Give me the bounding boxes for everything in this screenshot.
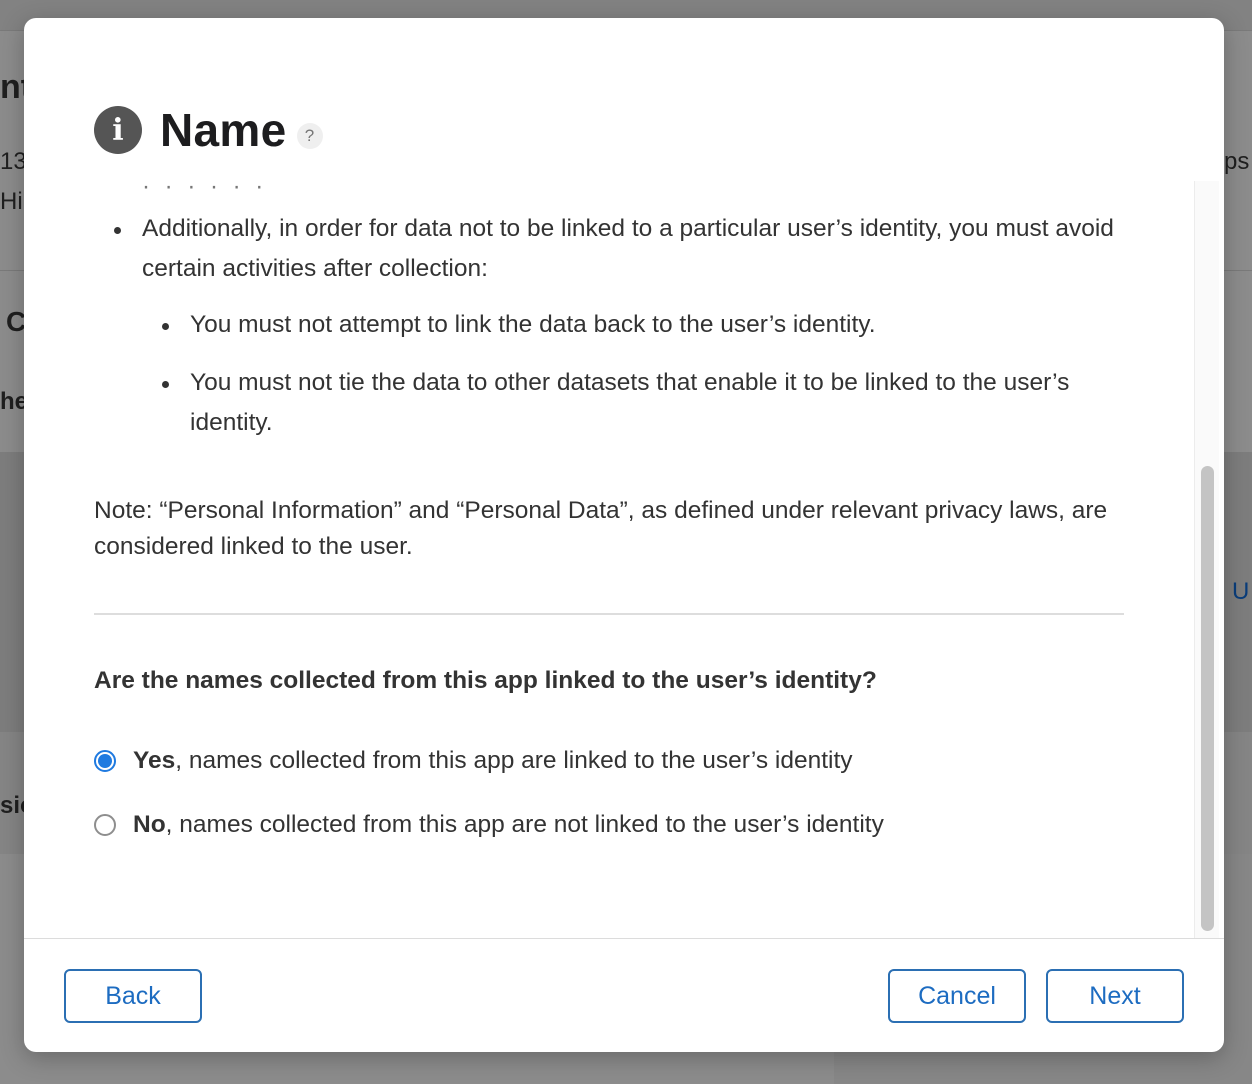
background-text-fragment: 13 [0, 148, 27, 175]
help-icon[interactable]: ? [296, 123, 323, 149]
no-radio-button[interactable] [94, 814, 116, 836]
cancel-button[interactable]: Cancel [888, 969, 1026, 1023]
yes-option-text: , names collected from this app are link… [175, 747, 853, 774]
no-option-bold: No [133, 811, 166, 838]
info-icon: i [94, 106, 142, 154]
radio-dot-icon [98, 754, 112, 768]
background-text-fragment: ps [1224, 148, 1250, 175]
list-item: Additionally, in order for data not to b… [94, 209, 1134, 443]
back-button[interactable]: Back [64, 969, 202, 1023]
bullet-list: Additionally, in order for data not to b… [94, 209, 1134, 461]
bullet-text: Additionally, in order for data not to b… [142, 215, 1114, 282]
dialog-scroll-content[interactable]: · · · · · · Additionally, in order for d… [24, 181, 1218, 938]
scrollbar-thumb[interactable] [1201, 466, 1214, 931]
note-text: Note: “Personal Information” and “Person… [94, 497, 1108, 560]
list-item: You must not attempt to link the data ba… [142, 305, 1134, 345]
dialog-header: i Name ? [94, 100, 323, 160]
cut-off-text: · · · · · · [142, 181, 268, 200]
yes-radio-button[interactable] [94, 750, 116, 772]
no-radio-option[interactable]: No , names collected from this app are n… [94, 805, 884, 845]
section-divider [94, 613, 1124, 615]
dialog-title: Name [160, 104, 287, 156]
question-label: Are the names collected from this app li… [94, 667, 877, 694]
footer-divider [24, 938, 1224, 939]
vertical-scrollbar[interactable] [1194, 181, 1219, 938]
yes-radio-option[interactable]: Yes , names collected from this app are … [94, 741, 853, 781]
background-link-fragment: U [1232, 578, 1250, 605]
no-option-text: , names collected from this app are not … [165, 811, 884, 838]
sub-bullet-list: You must not attempt to link the data ba… [142, 305, 1134, 443]
yes-option-bold: Yes [133, 747, 176, 774]
background-text-fragment: Hi [0, 188, 23, 215]
next-button[interactable]: Next [1046, 969, 1184, 1023]
name-dialog: i Name ? · · · · · · Additionally, in or… [24, 18, 1224, 1052]
list-item: You must not tie the data to other datas… [142, 363, 1134, 443]
